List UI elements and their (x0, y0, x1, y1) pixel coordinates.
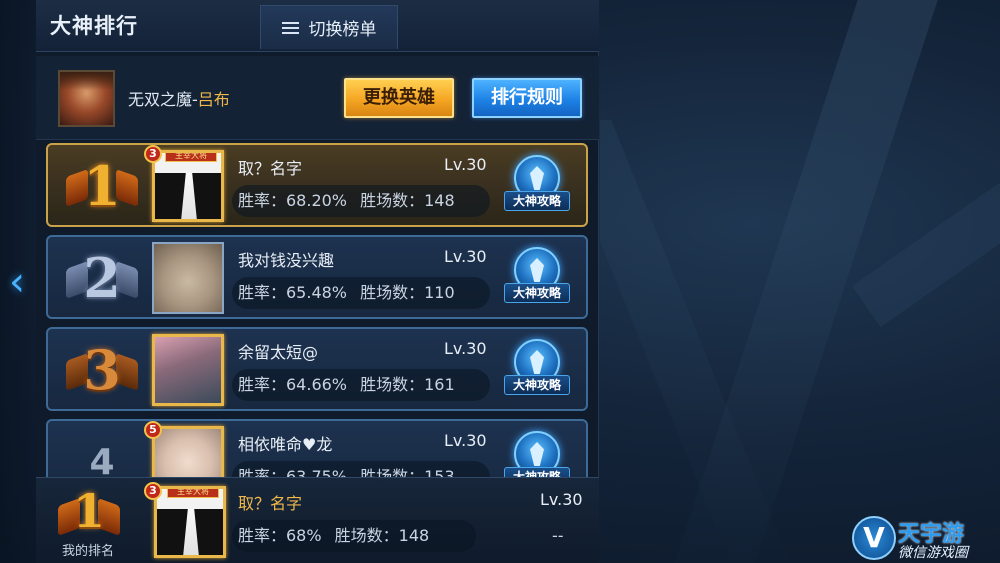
panel-header: 大神排行 切换榜单 (36, 0, 599, 52)
guide-button[interactable]: 大神攻略 (504, 339, 570, 403)
level-badge: 3 (144, 482, 162, 500)
guide-label: 大神攻略 (504, 191, 570, 211)
hero-name: 无双之魔-吕布 (128, 86, 230, 110)
rank-number: 3 (83, 338, 121, 402)
win-count: 胜场数：161 (360, 375, 455, 394)
switch-list-label: 切换榜单 (308, 20, 377, 40)
watermark-caption: 微信游戏圈 (898, 545, 968, 561)
rank-medal-bronze: 3 (62, 337, 142, 403)
avatar[interactable] (152, 426, 224, 477)
my-player-name: 取？名字 (238, 494, 303, 513)
ranking-rules-button[interactable]: 排行规则 (472, 78, 582, 118)
frame-tag: 主宰大将 (167, 489, 219, 498)
my-player-level: Lv.30 (540, 490, 583, 509)
ranking-row[interactable]: 2 我对钱没兴趣 Lv.30 胜率：65.48% 胜场数：110 大神攻略 (46, 235, 588, 319)
avatar[interactable]: 主宰大将 (152, 150, 224, 222)
watermark: V 天宇游 微信游戏圈 (852, 512, 998, 562)
win-rate: 胜率：63.75% (238, 467, 348, 477)
player-stats: 胜率：65.48% 胜场数：110 (232, 277, 490, 309)
win-count: 胜场数：110 (360, 283, 455, 302)
ranking-row[interactable]: 1 3 主宰大将 取？名字 Lv.30 胜率：68.20% 胜场数：148 大神… (46, 143, 588, 227)
win-rate: 胜率：65.48% (238, 283, 348, 302)
win-rate: 胜率：68.20% (238, 191, 348, 210)
player-level: Lv.30 (444, 431, 487, 450)
guide-label: 大神攻略 (504, 283, 570, 303)
bg-stroke (851, 182, 1000, 328)
win-count: 胜场数：148 (334, 526, 430, 545)
win-rate: 胜率：64.66% (238, 375, 348, 394)
page-title: 大神排行 (50, 14, 138, 38)
ranking-panel: 大神排行 切换榜单 无双之魔-吕布 更换英雄 排行规则 1 3 主宰大将 取？名… (36, 0, 599, 563)
win-count: 胜场数：153 (360, 467, 455, 477)
hero-name-highlight: 吕布 (197, 90, 230, 109)
player-level: Lv.30 (444, 155, 487, 174)
ranking-row[interactable]: 3 余留太短@ Lv.30 胜率：64.66% 胜场数：161 大神攻略 (46, 327, 588, 411)
avatar[interactable] (152, 334, 224, 406)
level-badge: 5 (144, 421, 162, 439)
frame-tag: 主宰大将 (165, 153, 217, 162)
guide-button[interactable]: 大神攻略 (504, 431, 570, 477)
rank-number: 1 (83, 154, 121, 218)
guide-button[interactable]: 大神攻略 (504, 247, 570, 311)
list-icon (281, 21, 299, 35)
player-name: 余留太短@ (238, 343, 319, 362)
player-name: 取？名字 (238, 159, 303, 178)
hero-selector: 无双之魔-吕布 更换英雄 排行规则 (36, 56, 599, 140)
hero-avatar (58, 70, 115, 127)
rank-number: 4 (89, 441, 115, 478)
chevron-left-icon[interactable]: ‹ (2, 255, 32, 310)
ranking-list[interactable]: 1 3 主宰大将 取？名字 Lv.30 胜率：68.20% 胜场数：148 大神… (36, 143, 599, 477)
guide-button[interactable]: 大神攻略 (504, 155, 570, 219)
rank-number-plain: 4 (62, 429, 142, 478)
player-name: 我对钱没兴趣 (238, 251, 335, 270)
my-player-stats: 胜率：68% 胜场数：148 (232, 520, 476, 552)
win-rate: 胜率：68% (238, 526, 322, 545)
switch-list-button[interactable]: 切换榜单 (260, 5, 398, 49)
rank-medal-silver: 2 (62, 245, 142, 311)
player-name: 相依唯命♥龙 (238, 435, 333, 454)
my-rank-trailing: -- (552, 526, 564, 545)
background-decoration (600, 0, 1000, 563)
rank-number: 2 (83, 246, 121, 310)
rank-medal-gold: 1 (54, 482, 124, 540)
player-stats: 胜率：64.66% 胜场数：161 (232, 369, 490, 401)
player-stats: 胜率：63.75% 胜场数：153 (232, 461, 490, 477)
my-avatar[interactable]: 主宰大将 (154, 486, 226, 558)
rank-medal-gold: 1 (62, 153, 142, 219)
watermark-logo-icon: V (852, 516, 896, 560)
hero-title: 无双之魔- (128, 90, 198, 109)
avatar[interactable] (152, 242, 224, 314)
win-count: 胜场数：148 (360, 191, 455, 210)
ranking-row[interactable]: 4 5 相依唯命♥龙 Lv.30 胜率：63.75% 胜场数：153 大神攻略 (46, 419, 588, 477)
player-level: Lv.30 (444, 339, 487, 358)
level-badge: 3 (144, 145, 162, 163)
player-stats: 胜率：68.20% 胜场数：148 (232, 185, 490, 217)
player-level: Lv.30 (444, 247, 487, 266)
my-rank-number: 1 (72, 484, 105, 538)
my-rank-label: 我的排名 (62, 544, 115, 559)
change-hero-button[interactable]: 更换英雄 (344, 78, 454, 118)
guide-label: 大神攻略 (504, 375, 570, 395)
guide-label: 大神攻略 (504, 467, 570, 477)
my-rank-footer: 1 我的排名 3 主宰大将 取？名字 Lv.30 胜率：68% 胜场数：148 … (36, 477, 599, 563)
